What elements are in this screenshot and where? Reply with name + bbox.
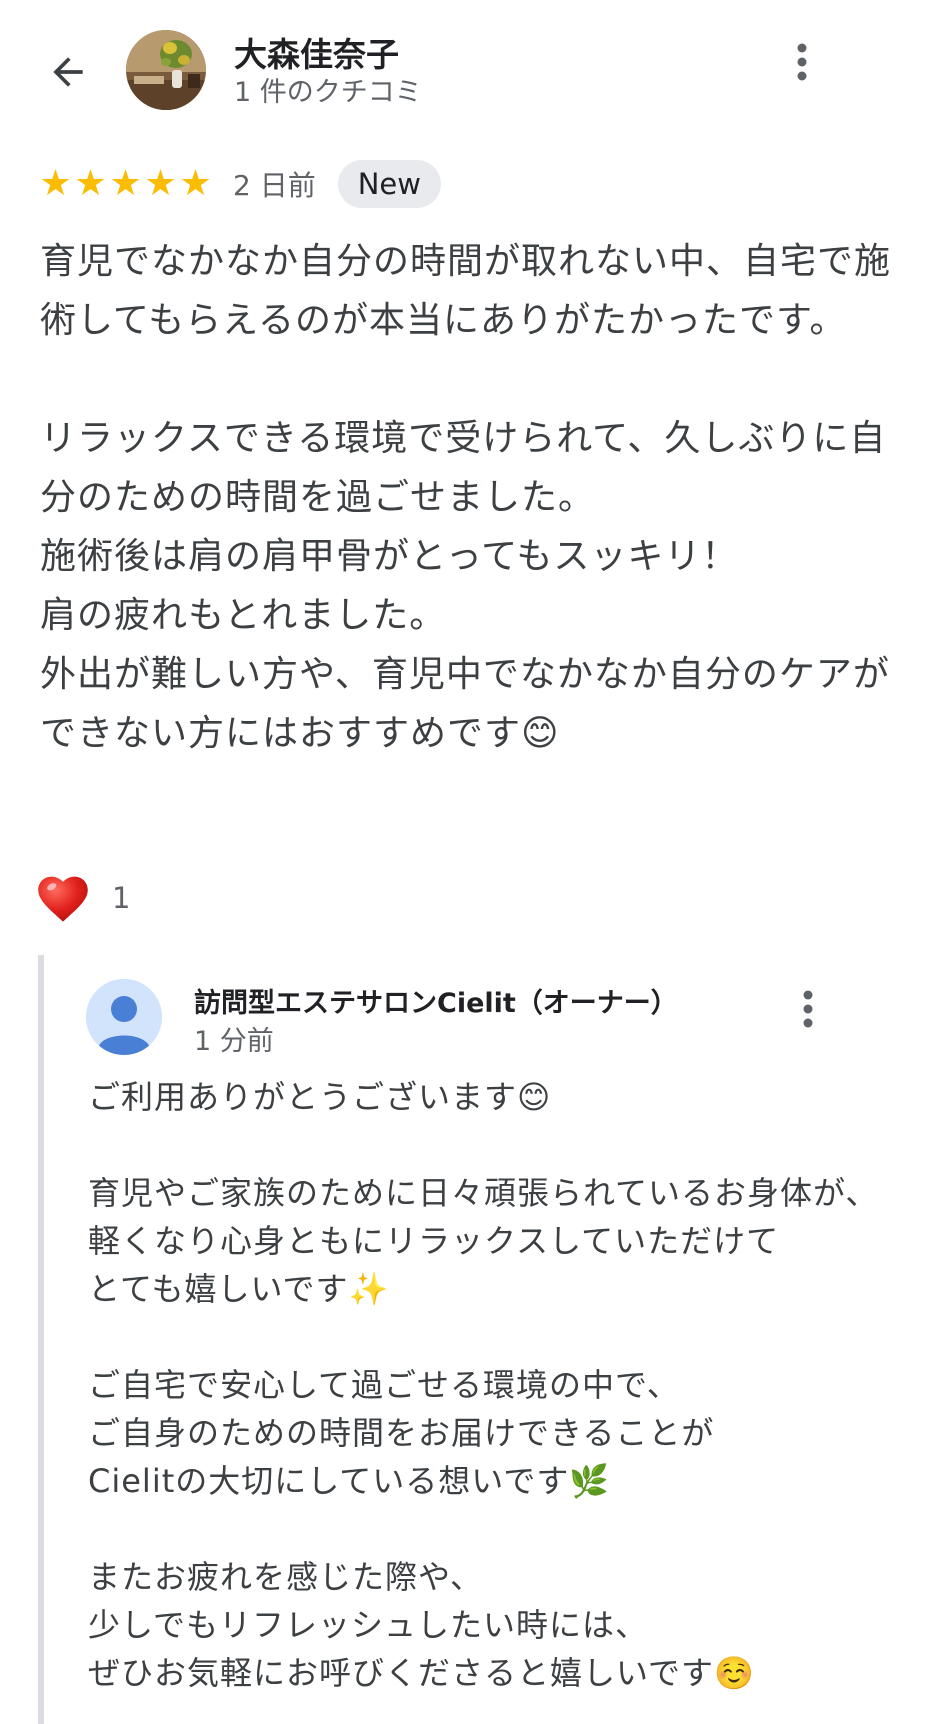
heart-icon <box>38 876 88 922</box>
person-icon <box>86 979 162 1055</box>
review-body: 育児でなかなか自分の時間が取れない中、自宅で施術してもらえるのが本当にありがたか… <box>40 241 892 754</box>
owner-reply-time: 1 分前 <box>194 1026 274 1057</box>
arrow-back-icon <box>53 57 83 87</box>
owner-reply-body: ご利用ありがとうございます😊 育児やご家族のために日々頑張られているお身体が、 … <box>88 1078 879 1692</box>
avatar-photo-image <box>126 30 206 110</box>
star-icon: ★ <box>109 163 142 204</box>
rating-row: ★ ★ ★ ★ ★ 2 日前 New <box>38 160 441 208</box>
review-header: 大森佳奈子 1 件のクチコミ <box>0 0 950 130</box>
star-icon: ★ <box>144 163 177 204</box>
review-date: 2 日前 <box>233 169 316 202</box>
owner-reply: 訪問型エステサロンCielit（オーナー） 1 分前 ご利用ありがとうございます… <box>38 955 924 1724</box>
back-button[interactable] <box>36 40 100 104</box>
review-more-button[interactable] <box>782 30 822 94</box>
reaction-button[interactable]: 1 <box>36 868 130 928</box>
star-icon: ★ <box>74 163 107 204</box>
star-rating: ★ ★ ★ ★ ★ <box>38 166 213 202</box>
new-badge: New <box>337 160 441 208</box>
more-vert-icon <box>797 43 807 81</box>
star-icon: ★ <box>179 163 212 204</box>
reaction-count: 1 <box>112 881 131 915</box>
reviewer-avatar[interactable] <box>126 30 206 110</box>
reviewer-review-count: 1 件のクチコミ <box>234 77 422 108</box>
reply-more-button[interactable] <box>788 977 828 1041</box>
reviewer-name[interactable]: 大森佳奈子 <box>234 28 399 76</box>
star-icon: ★ <box>39 163 72 204</box>
owner-avatar <box>86 979 162 1055</box>
owner-name: 訪問型エステサロンCielit（オーナー） <box>194 988 678 1019</box>
more-vert-icon <box>803 990 813 1028</box>
